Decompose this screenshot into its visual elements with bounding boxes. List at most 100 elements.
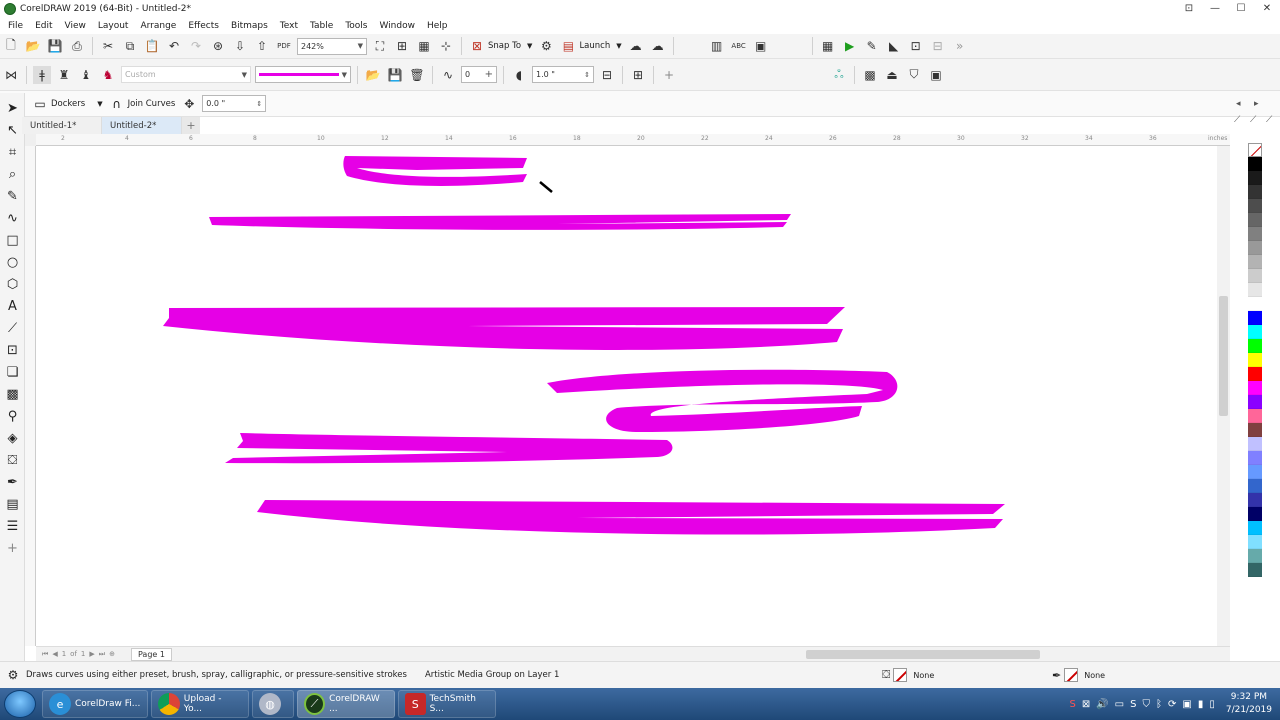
snap-to-button[interactable]: ⊠ Snap To ▼ <box>469 38 532 54</box>
color-swatch[interactable] <box>1248 423 1262 437</box>
taskbar-item-techsmith[interactable]: S TechSmith S... <box>398 690 496 718</box>
stroke-6[interactable] <box>257 500 1005 535</box>
bluetooth-tray-icon[interactable]: ᛒ <box>1156 699 1162 710</box>
color-swatch[interactable] <box>1248 283 1262 297</box>
export-icon[interactable]: ⇧ <box>253 37 271 55</box>
show-rulers-icon[interactable]: ⊞ <box>393 37 411 55</box>
scroll-right-icon[interactable]: ▸ <box>1254 99 1259 109</box>
zoom-tool-icon[interactable]: ⌕ <box>0 163 25 185</box>
color-swatch[interactable] <box>1248 563 1262 577</box>
maximize-button[interactable]: ☐ <box>1228 0 1254 17</box>
color-swatch[interactable] <box>1248 255 1262 269</box>
camtasia-tray-icon[interactable]: S <box>1130 699 1136 710</box>
network-tray-icon[interactable]: ⊠ <box>1082 699 1090 710</box>
vertical-scroll-thumb[interactable] <box>1219 296 1228 416</box>
cloud-upload-icon[interactable]: ☁ <box>627 37 645 55</box>
gear-icon[interactable]: ⚙ <box>6 668 20 682</box>
tool-settings-icon[interactable]: ☰ <box>0 515 25 537</box>
menu-file[interactable]: File <box>0 21 29 31</box>
publish-pdf-icon[interactable]: PDF <box>275 37 293 55</box>
launch-button[interactable]: ▤ Launch ▼ <box>560 38 622 54</box>
undo-icon[interactable]: ↶ <box>165 37 183 55</box>
color-swatch[interactable] <box>1248 311 1262 325</box>
redo-icon[interactable]: ↷ <box>187 37 205 55</box>
sync-tray-icon[interactable]: ⟳ <box>1168 699 1176 710</box>
preset-category-combo[interactable]: Custom ▼ <box>121 66 251 83</box>
menu-text[interactable]: Text <box>274 21 304 31</box>
options-gear-icon[interactable]: ⚙ <box>537 37 555 55</box>
color-swatch[interactable] <box>1248 409 1262 423</box>
menu-view[interactable]: View <box>59 21 92 31</box>
color-swatch[interactable] <box>1248 451 1262 465</box>
show-guidelines-icon[interactable]: ⊹ <box>437 37 455 55</box>
color-swatch[interactable] <box>1248 325 1262 339</box>
menu-bitmaps[interactable]: Bitmaps <box>225 21 274 31</box>
snagit-tray-icon[interactable]: S <box>1069 699 1075 710</box>
window-icon[interactable]: ▣ <box>927 66 945 84</box>
color-swatch[interactable] <box>1248 367 1262 381</box>
save-stroke-icon[interactable]: 💾 <box>386 66 404 84</box>
preset-brush-icon[interactable]: ǂ <box>33 65 51 84</box>
display-tray-icon[interactable]: ▣ <box>1182 699 1191 710</box>
color-swatch[interactable] <box>1248 269 1262 283</box>
drop-shadow-tool-icon[interactable]: ❏ <box>0 361 25 383</box>
shape-icon[interactable]: ⏏ <box>883 66 901 84</box>
color-swatch[interactable] <box>1248 297 1262 311</box>
brush-icon[interactable]: ♜ <box>55 66 73 84</box>
taskbar-item-tool[interactable]: ◍ <box>252 690 294 718</box>
color-swatch[interactable] <box>1248 227 1262 241</box>
barcode-icon[interactable]: ▥ <box>708 37 726 55</box>
stroke-3[interactable] <box>163 307 845 350</box>
paste-icon[interactable]: 📋 <box>143 37 161 55</box>
grid-view-icon[interactable]: ▩ <box>861 66 879 84</box>
measure-icon[interactable]: ◣ <box>885 37 903 55</box>
smoothing-input[interactable]: 0 + <box>461 66 497 83</box>
calendar-icon[interactable]: ▦ <box>819 37 837 55</box>
clock[interactable]: 9:32 PM 7/21/2019 <box>1226 691 1272 717</box>
save-icon[interactable]: 💾 <box>46 37 64 55</box>
cut-icon[interactable]: ✂ <box>99 37 117 55</box>
color-swatch[interactable] <box>1248 493 1262 507</box>
color-swatch[interactable] <box>1248 549 1262 563</box>
taskbar-item-coreldraw[interactable]: ⟋ CorelDRAW ... <box>297 690 395 718</box>
outline-pen-tool-icon[interactable]: ✒ <box>0 471 25 493</box>
copy-icon[interactable]: ⧉ <box>121 37 139 55</box>
macro-manager-icon[interactable]: ⊟ <box>929 37 947 55</box>
menu-table[interactable]: Table <box>304 21 339 31</box>
color-swatch[interactable] <box>1248 241 1262 255</box>
color-swatch[interactable] <box>1248 479 1262 493</box>
print-icon[interactable]: ⎙ <box>68 37 86 55</box>
menu-help[interactable]: Help <box>421 21 454 31</box>
browse-folder-icon[interactable]: 📂 <box>364 66 382 84</box>
sprayer-icon[interactable]: ♝ <box>77 66 95 84</box>
delete-stroke-icon[interactable]: 🗑 <box>408 66 426 84</box>
drawing-canvas[interactable] <box>37 146 1217 646</box>
dimension-tool-icon[interactable]: ⟋ <box>0 317 25 339</box>
vertical-ruler[interactable] <box>25 146 36 646</box>
transparency-tool-icon[interactable]: ▩ <box>0 383 25 405</box>
eyedropper-icon[interactable]: ⟋ <box>1250 115 1256 125</box>
artistic-media-strokes[interactable] <box>37 146 1217 646</box>
color-swatch[interactable] <box>1248 199 1262 213</box>
vertical-scrollbar[interactable] <box>1217 146 1230 646</box>
calligraphic-icon[interactable]: ♞ <box>99 66 117 84</box>
close-button[interactable]: ✕ <box>1254 0 1280 17</box>
run-macro-icon[interactable]: ▶ <box>841 37 859 55</box>
ruler-origin[interactable] <box>25 134 36 146</box>
freehand-tool-icon[interactable]: ✎ <box>0 185 25 207</box>
menu-window[interactable]: Window <box>373 21 421 31</box>
stroke-4[interactable] <box>547 369 898 432</box>
open-icon[interactable]: 📂 <box>24 37 42 55</box>
color-swatch[interactable] <box>1248 157 1262 171</box>
add-tool-icon[interactable]: + <box>0 537 25 559</box>
smart-fill-tool-icon[interactable]: ⛋ <box>0 449 25 471</box>
record-macro-icon[interactable]: ⊡ <box>907 37 925 55</box>
start-button[interactable] <box>4 690 36 718</box>
stroke-2[interactable] <box>209 214 791 230</box>
rectangle-tool-icon[interactable]: □ <box>0 229 25 251</box>
taskbar-item-ie[interactable]: e CorelDraw Fi... <box>42 690 148 718</box>
image-frame-icon[interactable]: ▣ <box>752 37 770 55</box>
scale-with-object-icon[interactable]: ⊟ <box>598 66 616 84</box>
security-tray-icon[interactable]: ⛉ <box>1142 699 1150 710</box>
color-swatch[interactable] <box>1248 507 1262 521</box>
